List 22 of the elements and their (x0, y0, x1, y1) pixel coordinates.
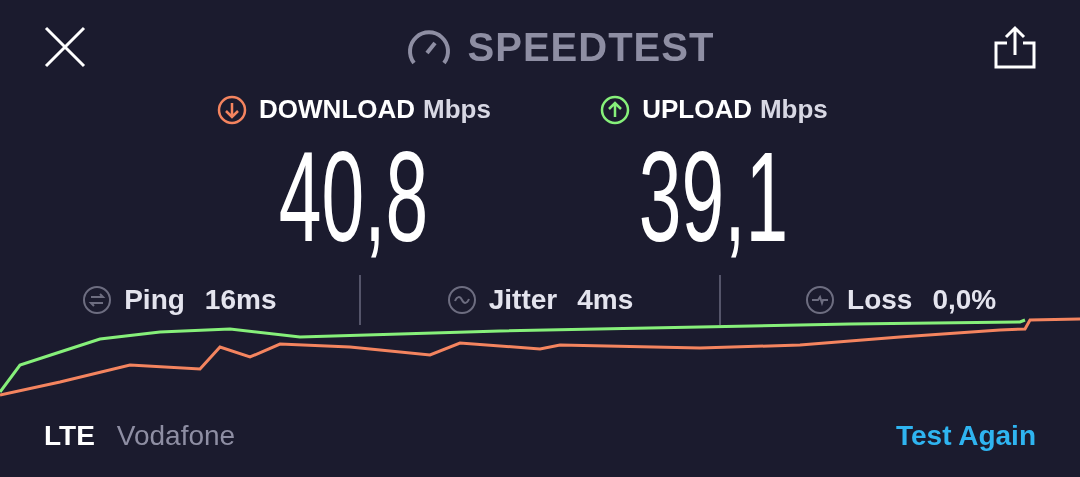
stat-value: 0,0% (932, 283, 997, 317)
arrows-icon (82, 285, 113, 315)
app-title: SPEEDTEST (467, 24, 715, 71)
carrier-name: Vodafone (116, 419, 236, 453)
network-type: LTE (44, 419, 95, 453)
test-again-button[interactable]: Test Again (896, 415, 1036, 457)
share-button[interactable] (992, 24, 1038, 70)
speed-value: 40,8 (279, 133, 429, 261)
stat-label: Ping (124, 283, 185, 317)
stat-label: Loss (847, 283, 913, 317)
close-button[interactable] (42, 24, 88, 70)
stat-value: 16ms (204, 283, 277, 317)
result-label: UPLOAD (642, 93, 752, 126)
speedometer-icon (405, 27, 452, 67)
stat-value: 4ms (577, 283, 634, 317)
pulse-icon (805, 285, 836, 315)
result-label: DOWNLOAD (259, 93, 416, 126)
speed-value: 39,1 (639, 133, 789, 261)
unit-label: Mbps (423, 93, 491, 126)
stat-label: Jitter (488, 283, 558, 317)
unit-label: Mbps (759, 93, 828, 126)
wave-icon (446, 285, 477, 315)
